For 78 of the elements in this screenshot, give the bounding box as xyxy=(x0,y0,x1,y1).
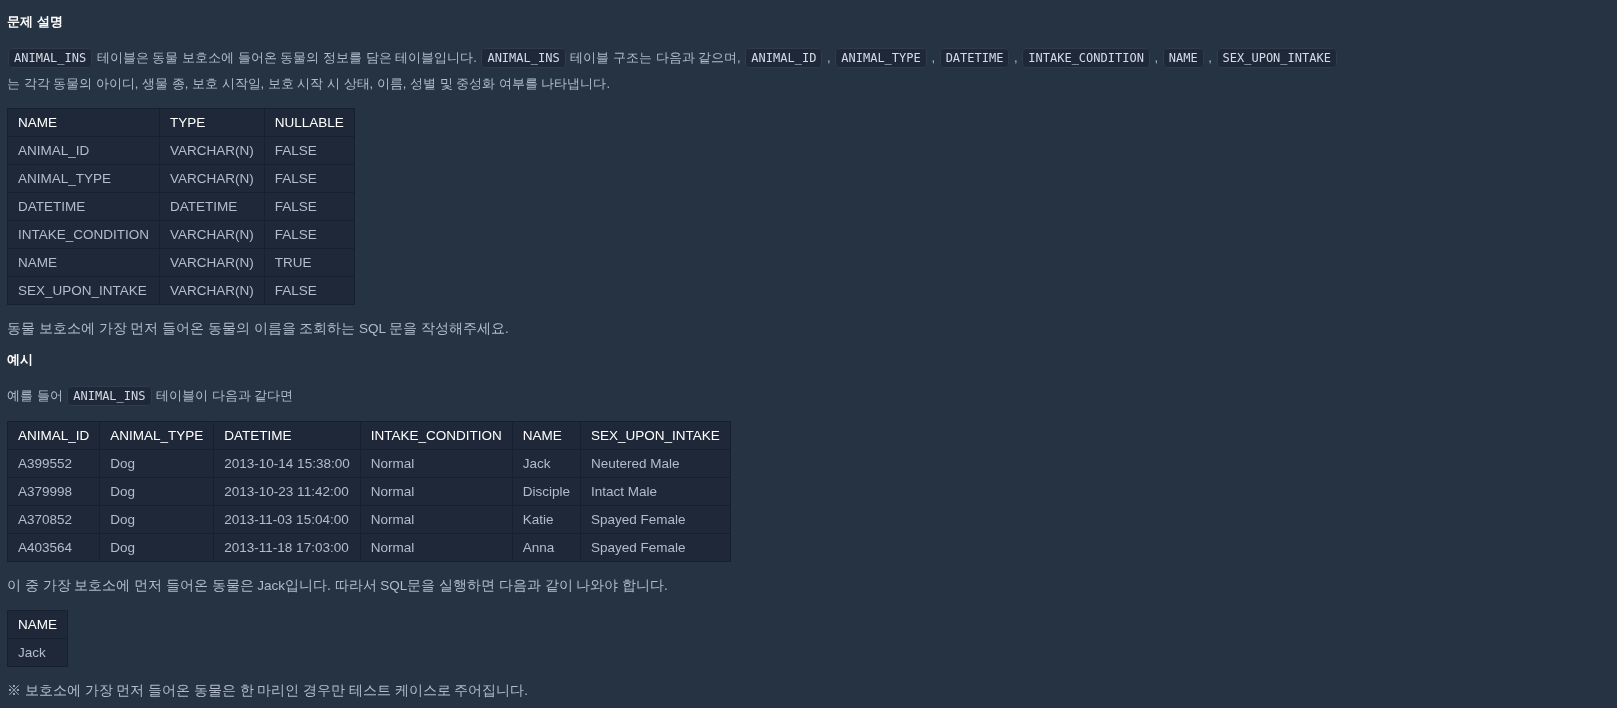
task-text: 동물 보호소에 가장 먼저 들어온 동물의 이름을 조회하는 SQL 문을 작성해주세요. xyxy=(7,320,510,338)
table-cell: 2013-11-18 17:03:00 xyxy=(213,533,361,562)
table-cell: VARCHAR(N) xyxy=(159,276,265,305)
column-header: NAME xyxy=(7,610,68,639)
description-text: , xyxy=(1208,50,1212,65)
column-header: NAME xyxy=(512,421,581,450)
column-header: INTAKE_CONDITION xyxy=(360,421,513,450)
code-snippet: ANIMAL_TYPE xyxy=(835,48,927,68)
table-cell: Jack xyxy=(7,638,68,667)
column-header: TYPE xyxy=(159,108,265,137)
table-cell: Dog xyxy=(99,449,214,478)
code-snippet: NAME xyxy=(1162,48,1204,68)
table-cell: 2013-11-03 15:04:00 xyxy=(213,505,361,534)
table-cell: ANIMAL_TYPE xyxy=(7,164,160,193)
section-heading: 예시 xyxy=(7,351,34,369)
column-header: NAME xyxy=(7,108,160,137)
table-cell: A399552 xyxy=(7,449,100,478)
description-text: 테이블 구조는 다음과 같으며, xyxy=(570,50,741,65)
table-cell: A370852 xyxy=(7,505,100,534)
table-cell: INTAKE_CONDITION xyxy=(7,220,160,249)
note-text: ※ 보호소에 가장 먼저 들어온 동물은 한 마리인 경우만 테스트 케이스로 주어집니다. xyxy=(7,682,529,700)
description-text: , xyxy=(827,50,831,65)
table-cell: ANIMAL_ID xyxy=(7,136,160,165)
code-snippet: ANIMAL_INS xyxy=(67,386,152,406)
table-cell: 2013-10-14 15:38:00 xyxy=(213,449,361,478)
table-cell: Spayed Female xyxy=(580,505,731,534)
table-cell: TRUE xyxy=(264,248,355,277)
description-text: , xyxy=(931,50,935,65)
table-cell: VARCHAR(N) xyxy=(159,164,265,193)
table-cell: Anna xyxy=(512,533,581,562)
description-text: , xyxy=(1014,50,1018,65)
table-cell: Jack xyxy=(512,449,581,478)
description-text: 예를 들어 xyxy=(7,388,63,403)
code-snippet: INTAKE_CONDITION xyxy=(1022,48,1150,68)
description-text: 테이블은 동물 보호소에 들어온 동물의 정보를 담은 테이블입니다. xyxy=(96,50,477,65)
table-cell: DATETIME xyxy=(159,192,265,221)
code-snippet: ANIMAL_ID xyxy=(745,48,823,68)
table-cell: Disciple xyxy=(512,477,581,506)
table-cell: Normal xyxy=(360,449,513,478)
table-cell: Dog xyxy=(99,533,214,562)
table-cell: FALSE xyxy=(264,192,355,221)
code-snippet: ANIMAL_INS xyxy=(8,48,93,68)
table-cell: A379998 xyxy=(7,477,100,506)
table-cell: Normal xyxy=(360,533,513,562)
table-cell: VARCHAR(N) xyxy=(159,220,265,249)
result-text: 이 중 가장 보호소에 먼저 들어온 동물은 Jack입니다. 따라서 SQL문을 실행하면 다음과 같이 나와야 합니다. xyxy=(7,577,669,595)
column-header: NULLABLE xyxy=(264,108,355,137)
column-header: ANIMAL_ID xyxy=(7,421,100,450)
column-header: DATETIME xyxy=(213,421,361,450)
table-cell: A403564 xyxy=(7,533,100,562)
table-cell: Normal xyxy=(360,505,513,534)
table-cell: Katie xyxy=(512,505,581,534)
table-cell: FALSE xyxy=(264,164,355,193)
code-snippet: ANIMAL_INS xyxy=(481,48,566,68)
table-cell: Spayed Female xyxy=(580,533,731,562)
table-cell: Dog xyxy=(99,477,214,506)
table-cell: Intact Male xyxy=(580,477,731,506)
description-text: , xyxy=(1154,50,1159,65)
column-header: ANIMAL_TYPE xyxy=(99,421,214,450)
table-cell: VARCHAR(N) xyxy=(159,248,265,277)
table-cell: FALSE xyxy=(264,136,355,165)
table-cell: 2013-10-23 11:42:00 xyxy=(213,477,361,506)
code-snippet: DATETIME xyxy=(939,48,1010,68)
description-text: 테이블이 다음과 같다면 xyxy=(156,388,294,403)
table-cell: FALSE xyxy=(264,220,355,249)
table-cell: DATETIME xyxy=(7,192,160,221)
table-cell: Neutered Male xyxy=(580,449,731,478)
section-heading: 문제 설명 xyxy=(7,13,64,31)
table-cell: NAME xyxy=(7,248,160,277)
description-text: 이름, 성별 및 중성화 여부를 나타냅니다. xyxy=(376,76,611,91)
description-text: 는 각각 동물의 아이디, 생물 종, 보호 시작일, 보호 시작 시 상태, xyxy=(7,76,374,91)
table-cell: Dog xyxy=(99,505,214,534)
code-snippet: SEX_UPON_INTAKE xyxy=(1216,48,1337,68)
table-cell: FALSE xyxy=(264,276,355,305)
table-cell: VARCHAR(N) xyxy=(159,136,265,165)
table-cell: SEX_UPON_INTAKE xyxy=(7,276,160,305)
column-header: SEX_UPON_INTAKE xyxy=(580,421,731,450)
table-cell: Normal xyxy=(360,477,513,506)
